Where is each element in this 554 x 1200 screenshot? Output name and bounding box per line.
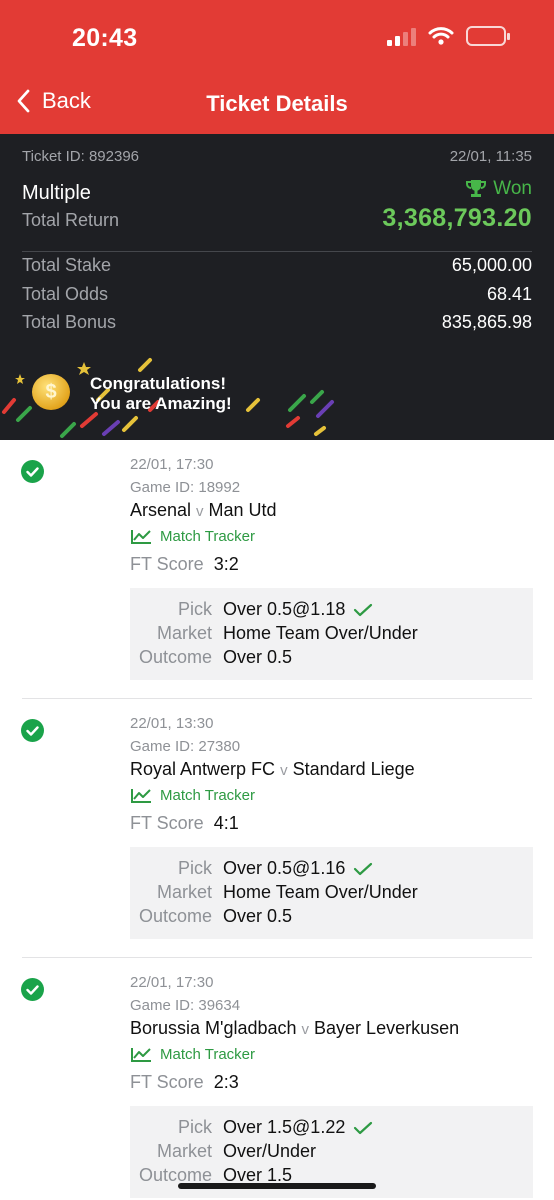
pick-value: Over 0.5@1.18 [223, 599, 346, 619]
bet-match: Borussia M'gladbach v Bayer Leverkusen [130, 1018, 459, 1039]
home-team: Arsenal [130, 500, 192, 520]
market-label: Market [156, 623, 212, 643]
congrats-banner: Congratulations! You are Amazing! [90, 374, 232, 414]
ft-score: FT Score 2:3 [130, 1072, 239, 1093]
pick-label: Pick [177, 858, 212, 878]
wifi-icon [428, 27, 454, 45]
outcome-value: Over 0.5 [223, 906, 293, 926]
ft-score-label: FT Score [130, 813, 204, 833]
bet-game-id: Game ID: 18992 [130, 479, 241, 496]
confetti-decoration [2, 358, 334, 438]
away-team: Man Utd [208, 500, 277, 520]
market-label: Market [156, 1141, 212, 1161]
ft-score-label: FT Score [130, 1072, 204, 1092]
pick-label: Pick [177, 599, 212, 619]
ft-score-value: 4:1 [213, 813, 239, 833]
pick-value: Over 0.5@1.16 [223, 858, 346, 878]
outcome-label: Outcome [138, 647, 212, 667]
vs-label: v [196, 503, 204, 520]
bet-item: 22/01, 17:30 Game ID: 18992 Arsenal v Man … [0, 440, 554, 700]
cellular-signal-icon [387, 26, 416, 46]
bet-datetime: 22/01, 13:30 [130, 715, 214, 732]
outcome-value: Over 0.5 [223, 647, 293, 667]
away-team: Standard Liege [292, 759, 415, 779]
check-circle-icon [21, 719, 44, 742]
away-team: Bayer Leverkusen [314, 1018, 460, 1038]
pick-details: Pick Over 0.5@1.16 Market Home Team Over/U… [130, 847, 533, 939]
outcome-label: Outcome [138, 906, 212, 926]
congrats-line-2: You are Amazing! [90, 394, 232, 413]
bet-item: 22/01, 13:30 Game ID: 27380 Royal Antwer… [0, 699, 554, 959]
ft-score-value: 2:3 [213, 1072, 239, 1092]
bet-game-id: Game ID: 27380 [130, 738, 241, 755]
ft-score: FT Score 3:2 [130, 554, 239, 575]
check-circle-icon [21, 978, 44, 1001]
market-value: Home Team Over/Under [223, 882, 418, 902]
page-title: Ticket Details [206, 91, 348, 116]
home-team: Borussia M'gladbach [130, 1018, 297, 1038]
line-chart-icon [131, 788, 151, 803]
bet-game-id: Game ID: 39634 [130, 997, 241, 1014]
match-tracker-label: Match Tracker [160, 1046, 256, 1063]
ft-score-value: 3:2 [213, 554, 239, 574]
home-indicator[interactable] [178, 1183, 376, 1189]
pick-value: Over 1.5@1.22 [223, 1117, 346, 1137]
bet-datetime: 22/01, 17:30 [130, 456, 214, 473]
bet-match: Royal Antwerp FC v Standard Liege [130, 759, 415, 780]
checkmark-icon [354, 862, 373, 875]
status-time: 20:43 [72, 24, 138, 52]
ft-score: FT Score 4:1 [130, 813, 239, 834]
coin-icon: $ [32, 374, 70, 410]
vs-label: v [280, 762, 288, 779]
home-team: Royal Antwerp FC [130, 759, 276, 779]
pick-details: Pick Over 0.5@1.18 Market Home Team Over/U… [130, 588, 533, 680]
market-value: Over/Under [223, 1141, 317, 1161]
match-tracker-label: Match Tracker [160, 787, 256, 804]
market-label: Market [156, 882, 212, 902]
congrats-line-1: Congratulations! [90, 374, 226, 393]
battery-icon [466, 26, 510, 46]
status-icons [387, 26, 510, 46]
bet-datetime: 22/01, 17:30 [130, 974, 214, 991]
app-header: 20:43 Back Ticket Details [0, 0, 554, 134]
line-chart-icon [131, 529, 151, 544]
market-value: Home Team Over/Under [223, 623, 418, 643]
bet-item: 22/01, 17:30 Game ID: 39634 Borussia M'g… [0, 958, 554, 1200]
checkmark-icon [354, 603, 373, 616]
checkmark-icon [354, 1121, 373, 1134]
vs-label: v [301, 1021, 310, 1038]
line-chart-icon [131, 1047, 151, 1062]
ft-score-label: FT Score [130, 554, 204, 574]
match-tracker-label: Match Tracker [160, 528, 256, 545]
match-tracker-link[interactable]: Match Tracker [130, 1046, 255, 1063]
bet-match: Arsenal v Man Utd [130, 500, 277, 521]
ticket-summary: Ticket ID: 892396 22/01, 11:35 Multiple … [0, 134, 554, 440]
match-tracker-link[interactable]: Match Tracker [130, 528, 255, 545]
match-tracker-link[interactable]: Match Tracker [130, 787, 255, 804]
check-circle-icon [21, 460, 44, 483]
pick-label: Pick [177, 1117, 212, 1137]
